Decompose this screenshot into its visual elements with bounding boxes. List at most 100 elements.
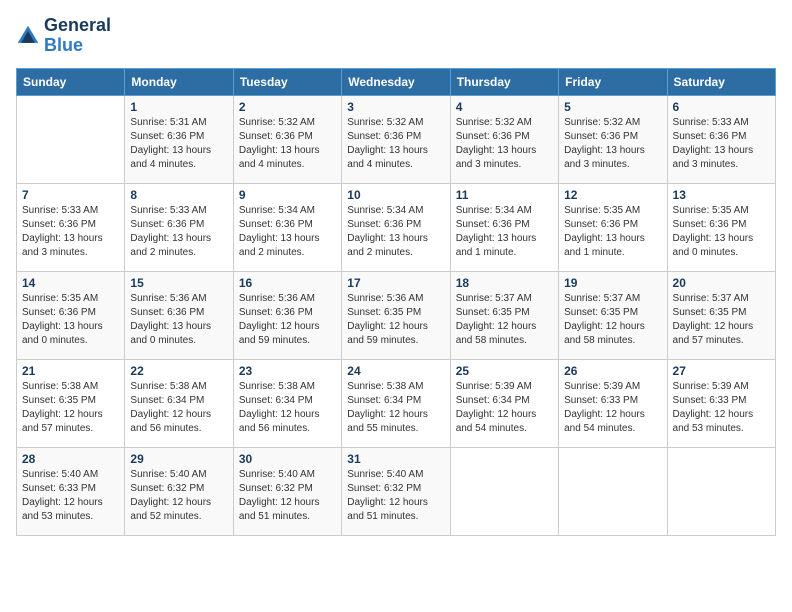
day-info: Sunrise: 5:32 AM Sunset: 6:36 PM Dayligh… (239, 116, 336, 172)
day-info: Sunrise: 5:32 AM Sunset: 6:36 PM Dayligh… (456, 116, 553, 172)
weekday-header: Tuesday (233, 68, 341, 95)
calendar-cell: 26Sunrise: 5:39 AM Sunset: 6:33 PM Dayli… (559, 359, 667, 447)
calendar-cell: 1 Sunrise: 5:31 AM Sunset: 6:36 PM Daylig… (125, 95, 233, 183)
calendar-cell: 6Sunrise: 5:33 AM Sunset: 6:36 PM Daylig… (667, 95, 775, 183)
calendar-cell: 12Sunrise: 5:35 AM Sunset: 6:36 PM Dayli… (559, 183, 667, 271)
calendar-cell: 23Sunrise: 5:38 AM Sunset: 6:34 PM Dayli… (233, 359, 341, 447)
calendar-cell: 22 Sunrise: 5:38 AM Sunset: 6:34 PM Dayli… (125, 359, 233, 447)
calendar-cell: 5Sunrise: 5:32 AM Sunset: 6:36 PM Daylig… (559, 95, 667, 183)
day-number: 11 (456, 188, 553, 202)
day-number: 28 (22, 452, 119, 466)
day-info: Sunrise: 5:38 AM Sunset: 6:34 PM Dayligh… (239, 380, 336, 436)
day-info: Sunrise: 5:40 AM Sunset: 6:32 PM Dayligh… (347, 468, 444, 524)
calendar-cell: 2 Sunrise: 5:32 AM Sunset: 6:36 PM Daylig… (233, 95, 341, 183)
day-info: Sunrise: 5:38 AM Sunset: 6:34 PM Dayligh… (347, 380, 444, 436)
day-info: Sunrise: 5:35 AM Sunset: 6:36 PM Dayligh… (673, 204, 770, 260)
calendar-cell: 18Sunrise: 5:37 AM Sunset: 6:35 PM Dayli… (450, 271, 558, 359)
day-info: Sunrise: 5:31 AM Sunset: 6:36 PM Dayligh… (130, 116, 227, 172)
weekday-header: Sunday (17, 68, 125, 95)
calendar-week-row: 21 Sunrise: 5:38 AM Sunset: 6:35 PM Dayli… (17, 359, 776, 447)
calendar-cell: 11Sunrise: 5:34 AM Sunset: 6:36 PM Dayli… (450, 183, 558, 271)
calendar-cell (667, 447, 775, 535)
day-number: 24 (347, 364, 444, 378)
day-number: 18 (456, 276, 553, 290)
weekday-header: Friday (559, 68, 667, 95)
day-info: Sunrise: 5:39 AM Sunset: 6:34 PM Dayligh… (456, 380, 553, 436)
day-info: Sunrise: 5:36 AM Sunset: 6:35 PM Dayligh… (347, 292, 444, 348)
calendar-cell: 9 Sunrise: 5:34 AM Sunset: 6:36 PM Daylig… (233, 183, 341, 271)
day-number: 7 (22, 188, 119, 202)
calendar-cell: 7 Sunrise: 5:33 AM Sunset: 6:36 PM Daylig… (17, 183, 125, 271)
day-number: 3 (347, 100, 444, 114)
day-info: Sunrise: 5:36 AM Sunset: 6:36 PM Dayligh… (239, 292, 336, 348)
day-info: Sunrise: 5:40 AM Sunset: 6:32 PM Dayligh… (130, 468, 227, 524)
logo-line2: Blue (44, 36, 111, 56)
weekday-header: Monday (125, 68, 233, 95)
day-number: 4 (456, 100, 553, 114)
day-number: 9 (239, 188, 336, 202)
day-info: Sunrise: 5:38 AM Sunset: 6:35 PM Dayligh… (22, 380, 119, 436)
calendar-cell: 4 Sunrise: 5:32 AM Sunset: 6:36 PM Daylig… (450, 95, 558, 183)
calendar-body: 1 Sunrise: 5:31 AM Sunset: 6:36 PM Daylig… (17, 95, 776, 535)
logo: General Blue (16, 16, 111, 56)
calendar-cell: 30 Sunrise: 5:40 AM Sunset: 6:32 PM Dayli… (233, 447, 341, 535)
calendar-cell (450, 447, 558, 535)
day-info: Sunrise: 5:36 AM Sunset: 6:36 PM Dayligh… (130, 292, 227, 348)
day-info: Sunrise: 5:38 AM Sunset: 6:34 PM Dayligh… (130, 380, 227, 436)
calendar-week-row: 28 Sunrise: 5:40 AM Sunset: 6:33 PM Dayli… (17, 447, 776, 535)
calendar-cell: 13 Sunrise: 5:35 AM Sunset: 6:36 PM Dayli… (667, 183, 775, 271)
calendar-cell: 17 Sunrise: 5:36 AM Sunset: 6:35 PM Dayli… (342, 271, 450, 359)
day-number: 25 (456, 364, 553, 378)
logo-icon (16, 24, 40, 48)
calendar-week-row: 7 Sunrise: 5:33 AM Sunset: 6:36 PM Daylig… (17, 183, 776, 271)
calendar-week-row: 14Sunrise: 5:35 AM Sunset: 6:36 PM Dayli… (17, 271, 776, 359)
calendar-cell: 16Sunrise: 5:36 AM Sunset: 6:36 PM Dayli… (233, 271, 341, 359)
weekday-row: SundayMondayTuesdayWednesdayThursdayFrid… (17, 68, 776, 95)
calendar-week-row: 1 Sunrise: 5:31 AM Sunset: 6:36 PM Daylig… (17, 95, 776, 183)
day-info: Sunrise: 5:33 AM Sunset: 6:36 PM Dayligh… (22, 204, 119, 260)
day-number: 15 (130, 276, 227, 290)
day-number: 30 (239, 452, 336, 466)
day-number: 1 (130, 100, 227, 114)
day-number: 29 (130, 452, 227, 466)
logo-line1: General (44, 16, 111, 36)
day-number: 20 (673, 276, 770, 290)
day-info: Sunrise: 5:39 AM Sunset: 6:33 PM Dayligh… (673, 380, 770, 436)
calendar-cell: 27 Sunrise: 5:39 AM Sunset: 6:33 PM Dayli… (667, 359, 775, 447)
day-number: 27 (673, 364, 770, 378)
calendar-cell: 10Sunrise: 5:34 AM Sunset: 6:36 PM Dayli… (342, 183, 450, 271)
day-info: Sunrise: 5:33 AM Sunset: 6:36 PM Dayligh… (130, 204, 227, 260)
day-number: 13 (673, 188, 770, 202)
day-info: Sunrise: 5:35 AM Sunset: 6:36 PM Dayligh… (22, 292, 119, 348)
calendar-cell: 25 Sunrise: 5:39 AM Sunset: 6:34 PM Dayli… (450, 359, 558, 447)
weekday-header: Saturday (667, 68, 775, 95)
day-info: Sunrise: 5:37 AM Sunset: 6:35 PM Dayligh… (673, 292, 770, 348)
calendar-cell (17, 95, 125, 183)
day-number: 21 (22, 364, 119, 378)
calendar-cell: 19 Sunrise: 5:37 AM Sunset: 6:35 PM Dayli… (559, 271, 667, 359)
day-number: 19 (564, 276, 661, 290)
day-number: 17 (347, 276, 444, 290)
calendar-table: SundayMondayTuesdayWednesdayThursdayFrid… (16, 68, 776, 536)
calendar-cell: 20 Sunrise: 5:37 AM Sunset: 6:35 PM Dayli… (667, 271, 775, 359)
day-info: Sunrise: 5:40 AM Sunset: 6:32 PM Dayligh… (239, 468, 336, 524)
day-info: Sunrise: 5:39 AM Sunset: 6:33 PM Dayligh… (564, 380, 661, 436)
day-info: Sunrise: 5:34 AM Sunset: 6:36 PM Dayligh… (239, 204, 336, 260)
calendar-cell: 28 Sunrise: 5:40 AM Sunset: 6:33 PM Dayli… (17, 447, 125, 535)
day-number: 5 (564, 100, 661, 114)
calendar-cell: 14Sunrise: 5:35 AM Sunset: 6:36 PM Dayli… (17, 271, 125, 359)
day-number: 31 (347, 452, 444, 466)
day-info: Sunrise: 5:32 AM Sunset: 6:36 PM Dayligh… (347, 116, 444, 172)
day-number: 2 (239, 100, 336, 114)
calendar-cell: 31 Sunrise: 5:40 AM Sunset: 6:32 PM Dayli… (342, 447, 450, 535)
day-info: Sunrise: 5:33 AM Sunset: 6:36 PM Dayligh… (673, 116, 770, 172)
day-number: 22 (130, 364, 227, 378)
calendar-cell: 21 Sunrise: 5:38 AM Sunset: 6:35 PM Dayli… (17, 359, 125, 447)
weekday-header: Wednesday (342, 68, 450, 95)
calendar-cell: 29 Sunrise: 5:40 AM Sunset: 6:32 PM Dayli… (125, 447, 233, 535)
day-info: Sunrise: 5:40 AM Sunset: 6:33 PM Dayligh… (22, 468, 119, 524)
calendar-header: SundayMondayTuesdayWednesdayThursdayFrid… (17, 68, 776, 95)
day-info: Sunrise: 5:37 AM Sunset: 6:35 PM Dayligh… (564, 292, 661, 348)
calendar-cell: 15 Sunrise: 5:36 AM Sunset: 6:36 PM Dayli… (125, 271, 233, 359)
day-info: Sunrise: 5:34 AM Sunset: 6:36 PM Dayligh… (347, 204, 444, 260)
